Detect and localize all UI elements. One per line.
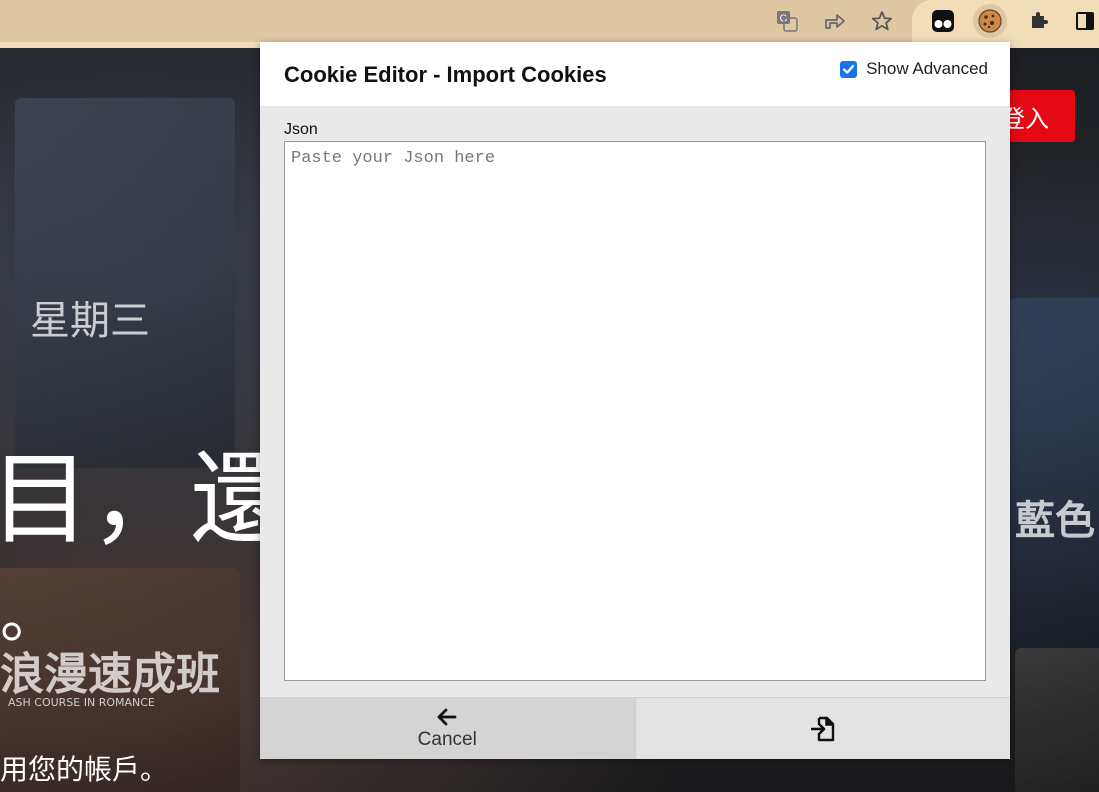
cancel-label: Cancel (417, 728, 477, 750)
cookie-editor-popup: Cookie Editor - Import Cookies Show Adva… (260, 42, 1010, 759)
star-icon[interactable] (865, 4, 899, 38)
checkmark-icon (842, 64, 855, 74)
cancel-button[interactable]: Cancel (260, 698, 635, 759)
extensions-area (912, 0, 1099, 42)
poster-title: 星期三 (30, 298, 150, 344)
share-icon[interactable] (818, 4, 852, 38)
import-button[interactable] (634, 698, 1010, 759)
show-advanced-checkbox[interactable] (840, 60, 858, 78)
puzzle-icon[interactable] (1022, 4, 1056, 38)
poster-subtitle: ASH COURSE IN ROMANCE (8, 696, 155, 709)
cookie-icon[interactable] (973, 4, 1007, 38)
poster-image (1015, 648, 1099, 792)
file-import-icon (810, 716, 834, 741)
arrow-left-icon (437, 708, 457, 725)
hero-headline-tail: 。 (0, 582, 60, 652)
popup-title: Cookie Editor - Import Cookies (284, 62, 607, 87)
hero-headline: 目，還 (0, 441, 290, 558)
tampermonkey-icon[interactable] (926, 4, 960, 38)
poster-title: 藍色 (1015, 498, 1095, 544)
poster-image (15, 98, 235, 468)
sidepanel-icon[interactable] (1068, 4, 1099, 38)
hero-subline: 用您的帳戶。 (0, 753, 169, 786)
popup-footer: Cancel (260, 697, 1010, 759)
json-input[interactable] (284, 141, 986, 681)
show-advanced-label: Show Advanced (866, 59, 988, 78)
popup-header: Cookie Editor - Import Cookies Show Adva… (260, 42, 1010, 106)
poster-image (1010, 298, 1099, 648)
show-advanced-toggle[interactable]: Show Advanced (840, 59, 988, 79)
json-label: Json (284, 121, 318, 138)
translate-icon[interactable]: G (770, 4, 804, 38)
